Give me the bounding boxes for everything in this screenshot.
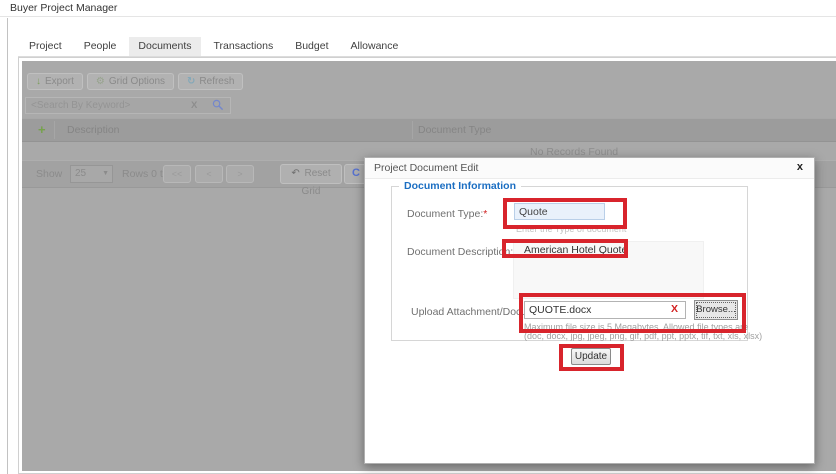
prev-page-button[interactable]: < <box>195 165 223 183</box>
page-size-select[interactable]: 25 ▼ <box>70 165 113 183</box>
document-description-textarea[interactable]: American Hotel Quote <box>513 241 704 299</box>
reset-grid-button[interactable]: ↶ Reset Grid <box>280 164 342 184</box>
column-document-type[interactable]: Document Type <box>418 124 491 136</box>
left-panel-border <box>7 18 8 474</box>
dialog-title: Project Document Edit <box>374 162 478 174</box>
export-arrow-icon: ↓ <box>36 76 41 87</box>
dialog-titlebar: Project Document Edit x <box>365 158 814 179</box>
show-label: Show <box>36 168 62 180</box>
document-type-label: Document Type:* <box>407 208 487 220</box>
tab-project[interactable]: Project <box>20 37 71 56</box>
page-title: Buyer Project Manager <box>10 2 117 14</box>
column-description[interactable]: Description <box>67 124 120 136</box>
chevron-down-icon: ▼ <box>102 170 109 177</box>
header-divider <box>0 16 836 17</box>
close-icon[interactable]: x <box>797 161 803 173</box>
search-input[interactable] <box>25 97 231 114</box>
grid-options-button[interactable]: ⚙ Grid Options <box>87 73 174 90</box>
app-window: Buyer Project Manager Project People Doc… <box>0 0 836 474</box>
search-icon[interactable] <box>212 99 224 111</box>
add-record-icon[interactable]: + <box>38 122 46 137</box>
upload-hint-line2: (doc, docx, jpg, jpeg, png, gif, pdf, pp… <box>524 331 762 341</box>
document-type-hint: Enter the Type of document <box>516 224 626 234</box>
reset-grid-label: Reset Grid <box>302 168 331 197</box>
page-size-value: 25 <box>75 168 86 179</box>
project-document-edit-dialog: Project Document Edit x Document Informa… <box>364 157 815 464</box>
search-box: X <box>25 97 231 114</box>
remove-file-icon[interactable]: X <box>671 303 678 315</box>
update-button[interactable]: Update <box>571 348 611 365</box>
export-label: Export <box>45 76 74 87</box>
refresh-icon: ↻ <box>187 76 195 87</box>
upload-filename-input[interactable] <box>524 301 686 319</box>
section-title: Document Information <box>399 180 521 192</box>
column-divider <box>54 121 55 139</box>
document-description-label: Document Description: <box>407 246 513 258</box>
column-divider <box>412 121 413 139</box>
tab-people[interactable]: People <box>75 37 126 56</box>
grid-toolbar: ↓ Export ⚙ Grid Options ↻ Refresh <box>27 73 243 90</box>
tab-transactions[interactable]: Transactions <box>205 37 283 56</box>
refresh-button[interactable]: ↻ Refresh <box>178 73 243 90</box>
grid-options-label: Grid Options <box>109 76 165 87</box>
first-page-button[interactable]: << <box>163 165 191 183</box>
browse-button[interactable]: Browse... <box>694 300 738 320</box>
next-page-button[interactable]: > <box>226 165 254 183</box>
tab-allowance[interactable]: Allowance <box>342 37 408 56</box>
reset-arrow-icon: ↶ <box>291 168 299 179</box>
export-button[interactable]: ↓ Export <box>27 73 83 90</box>
document-type-label-text: Document Type: <box>407 208 483 220</box>
grid-header-row: + Description Document Type <box>22 118 836 142</box>
gear-icon: ⚙ <box>96 76 105 87</box>
document-type-input[interactable] <box>514 203 605 220</box>
tab-bar: Project People Documents Transactions Bu… <box>18 36 836 57</box>
refresh-label: Refresh <box>199 76 234 87</box>
required-asterisk: * <box>483 208 487 220</box>
tab-documents[interactable]: Documents <box>129 37 200 56</box>
tab-budget[interactable]: Budget <box>286 37 337 56</box>
refresh-c-icon: C <box>352 167 360 179</box>
search-clear-icon[interactable]: X <box>191 100 197 111</box>
